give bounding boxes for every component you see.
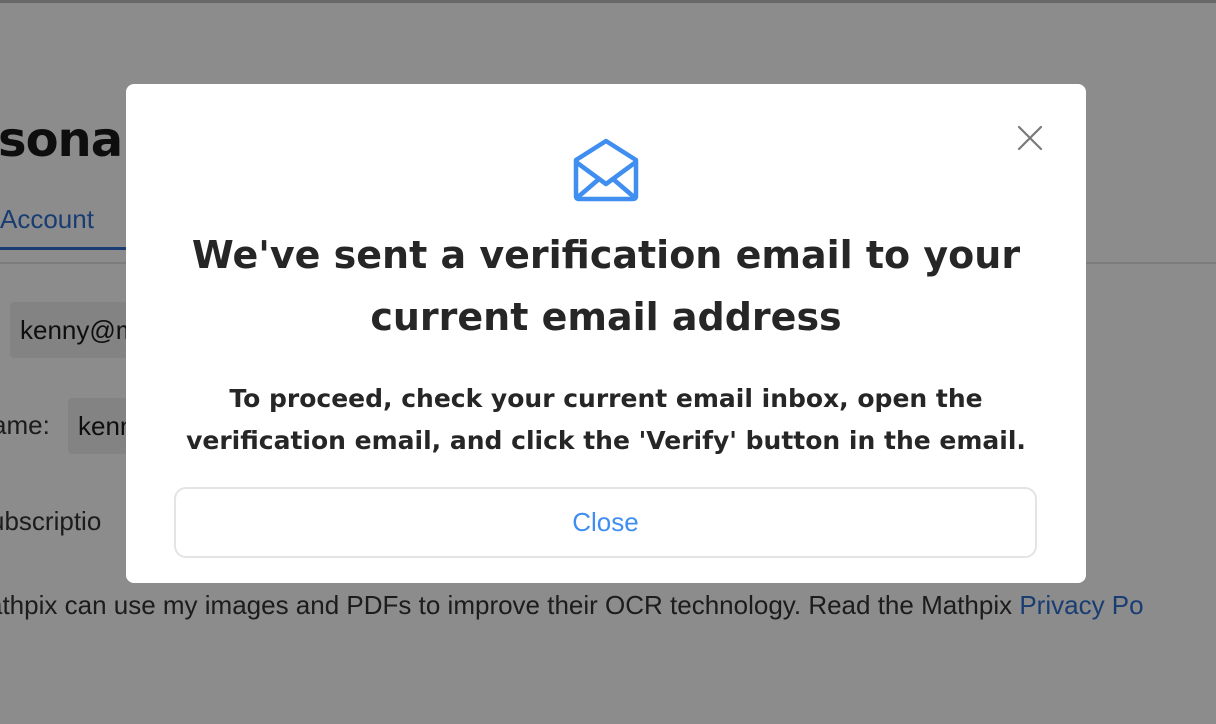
mail-open-icon [571,138,641,202]
modal-title: We've sent a verification email to your … [191,233,1021,339]
verification-modal: We've sent a verification email to your … [126,84,1086,583]
close-button[interactable]: Close [174,487,1037,558]
modal-body-text: To proceed, check your current email inb… [186,384,1026,455]
close-icon[interactable] [1014,122,1046,154]
settings-page: sonal Account kenny@m ame: kenn ubscript… [0,0,1216,724]
